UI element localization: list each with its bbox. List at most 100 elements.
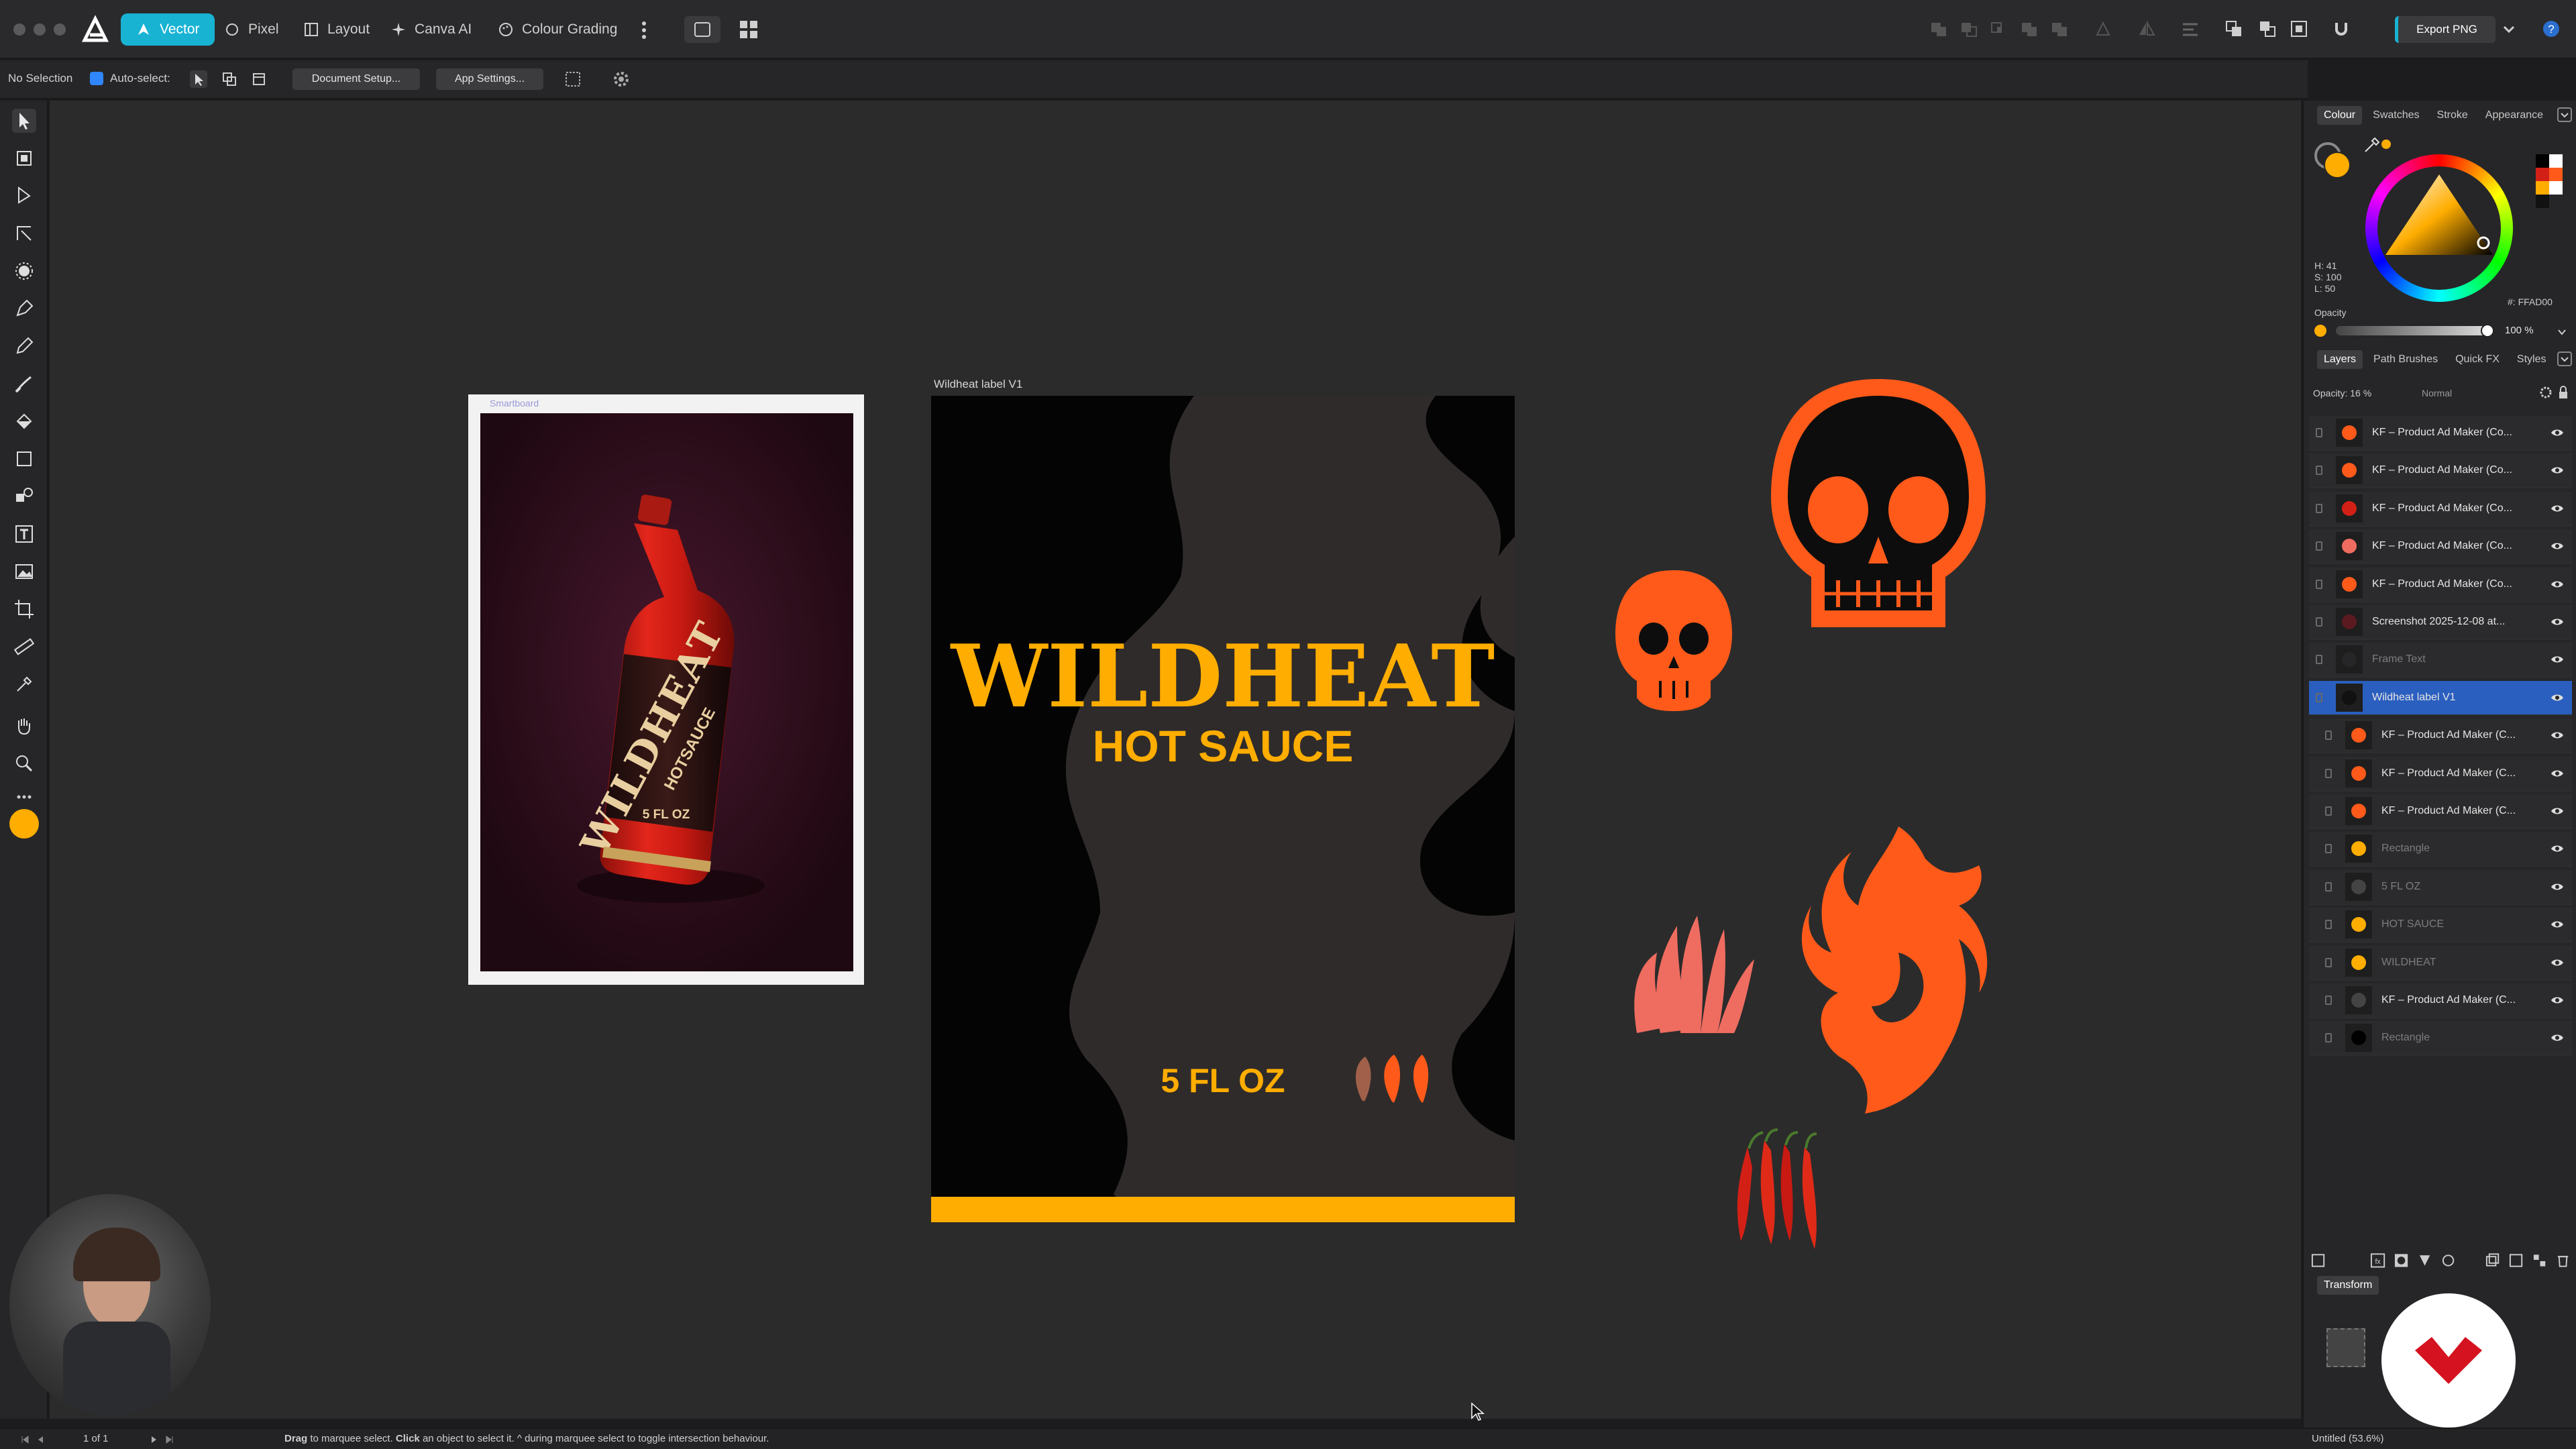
view-mode-button[interactable] (684, 16, 720, 43)
persona-pixel[interactable]: Pixel (209, 13, 294, 46)
layer-row[interactable]: KF – Product Ad Maker (C... (2309, 983, 2572, 1018)
colour-triangle[interactable] (2365, 154, 2513, 302)
layer-row[interactable]: WILDHEAT (2309, 945, 2572, 981)
boolean-xor-icon[interactable] (2019, 19, 2039, 39)
tab-transform[interactable]: Transform (2317, 1276, 2379, 1295)
layer-row[interactable]: KF – Product Ad Maker (C... (2309, 794, 2572, 829)
add-layer-icon[interactable] (2508, 1252, 2524, 1269)
fill-well[interactable] (2324, 152, 2351, 178)
trash-icon[interactable] (2555, 1252, 2571, 1269)
layer-row[interactable]: KF – Product Ad Maker (Co... (2309, 491, 2572, 527)
boolean-subtract-icon[interactable] (1959, 19, 1979, 39)
eye-icon[interactable] (2551, 618, 2564, 626)
layer-visibility-toggle-icon[interactable] (2325, 768, 2332, 778)
layer-row[interactable]: Screenshot 2025-12-08 at... (2309, 605, 2572, 640)
boolean-intersect-icon[interactable] (1989, 19, 2009, 39)
more-tools-button[interactable] (12, 785, 36, 800)
tab-appearance[interactable]: Appearance (2479, 106, 2550, 125)
first-page-icon[interactable] (20, 1434, 31, 1445)
persona-canva-ai[interactable]: Canva AI (376, 13, 486, 46)
opacity-dropdown-icon[interactable] (2556, 326, 2568, 338)
eye-icon[interactable] (2551, 883, 2564, 891)
transform-anchor-grid[interactable] (2326, 1328, 2365, 1367)
eye-icon[interactable] (2551, 542, 2564, 550)
swatch-amber[interactable] (2536, 181, 2549, 195)
layers-panel-menu-icon[interactable] (2557, 352, 2572, 366)
eye-icon[interactable] (2551, 1034, 2564, 1042)
auto-select-checkbox[interactable] (90, 72, 103, 85)
eye-icon[interactable] (2551, 996, 2564, 1004)
layer-visibility-toggle-icon[interactable] (2325, 844, 2332, 854)
group-icon[interactable] (2485, 1252, 2500, 1269)
wildheat-artboard[interactable]: WILDHEAT HOT SAUCE 5 FL OZ (931, 396, 1515, 1222)
layer-visibility-toggle-icon[interactable] (2316, 692, 2322, 702)
mask-icon[interactable] (2394, 1252, 2409, 1269)
layer-row[interactable]: Wildheat label V1 (2309, 680, 2572, 716)
layer-visibility-toggle-icon[interactable] (2325, 957, 2332, 967)
lock-icon[interactable] (2557, 385, 2569, 400)
help-icon[interactable]: ? (2541, 19, 2561, 39)
rectangle-tool[interactable] (12, 447, 36, 471)
layer-row[interactable]: KF – Product Ad Maker (Co... (2309, 567, 2572, 602)
live-filter-icon[interactable] (2440, 1252, 2456, 1269)
large-skull-graphic[interactable] (1771, 379, 1986, 627)
zoom-tool[interactable] (12, 751, 36, 775)
eye-icon[interactable] (2551, 504, 2564, 513)
eye-icon[interactable] (2551, 920, 2564, 928)
small-skull-graphic[interactable] (1615, 570, 1732, 711)
pen-tool[interactable] (12, 297, 36, 321)
current-colour-swatch[interactable] (9, 809, 39, 839)
brush-tool[interactable] (12, 372, 36, 396)
swatch-red[interactable] (2536, 168, 2549, 181)
document-setup-button[interactable]: Document Setup... (292, 68, 420, 90)
tab-layers[interactable]: Layers (2317, 350, 2363, 369)
eye-icon[interactable] (2551, 429, 2564, 437)
fill-tool[interactable] (12, 409, 36, 433)
export-png-button[interactable]: Export PNG (2395, 16, 2496, 43)
corner-tool[interactable] (12, 221, 36, 246)
tab-styles[interactable]: Styles (2510, 350, 2553, 369)
eye-icon[interactable] (2551, 731, 2564, 739)
layer-visibility-toggle-icon[interactable] (2325, 806, 2332, 816)
swatch-black[interactable] (2536, 154, 2549, 168)
tab-colour[interactable]: Colour (2317, 106, 2363, 125)
app-settings-button[interactable]: App Settings... (436, 68, 543, 90)
app-logo[interactable] (80, 15, 110, 44)
tab-quick-fx[interactable]: Quick FX (2449, 350, 2506, 369)
layer-row[interactable]: Rectangle (2309, 832, 2572, 867)
colour-picker-icon[interactable] (2361, 136, 2381, 156)
hand-tool[interactable] (12, 714, 36, 738)
minimize-window-button[interactable] (34, 23, 46, 36)
layer-visibility-toggle-icon[interactable] (2316, 541, 2322, 551)
fx-icon[interactable]: fx (2370, 1252, 2385, 1269)
select-group-icon[interactable] (220, 70, 239, 89)
chilli-peppers-graphic[interactable] (1737, 1128, 1817, 1249)
tab-swatches[interactable]: Swatches (2366, 106, 2426, 125)
select-mode-icon[interactable] (189, 70, 208, 89)
smartboard-frame[interactable]: WILDHEAT HOTSAUCE 5 FL OZ Smartboard (468, 394, 864, 985)
move-tool[interactable] (12, 109, 36, 133)
adjustment-icon[interactable] (2417, 1252, 2432, 1269)
tab-stroke[interactable]: Stroke (2430, 106, 2475, 125)
eye-icon[interactable] (2551, 959, 2564, 967)
layer-row[interactable]: KF – Product Ad Maker (C... (2309, 718, 2572, 754)
layer-row[interactable]: HOT SAUCE (2309, 908, 2572, 943)
swatch-dark[interactable] (2536, 195, 2549, 208)
flame-grass-graphic[interactable] (1634, 916, 1754, 1033)
close-window-button[interactable] (13, 23, 25, 36)
image-tool[interactable] (12, 559, 36, 584)
grid-settings-icon[interactable] (564, 70, 582, 89)
persona-vector[interactable]: Vector (121, 13, 215, 46)
blend-mode[interactable]: Normal (2422, 388, 2452, 398)
swatch-orange[interactable] (2549, 168, 2563, 181)
layer-visibility-toggle-icon[interactable] (2316, 655, 2322, 665)
artboard-tool[interactable] (12, 146, 36, 170)
align-icon[interactable] (2180, 19, 2200, 39)
grid-view-icon[interactable] (738, 19, 759, 40)
swatch-white-2[interactable] (2549, 181, 2563, 195)
eye-icon[interactable] (2551, 807, 2564, 815)
prev-page-icon[interactable] (35, 1434, 46, 1445)
eyedropper-tool[interactable] (12, 672, 36, 696)
layer-visibility-toggle-icon[interactable] (2316, 579, 2322, 589)
boolean-add-icon[interactable] (1929, 19, 1949, 39)
